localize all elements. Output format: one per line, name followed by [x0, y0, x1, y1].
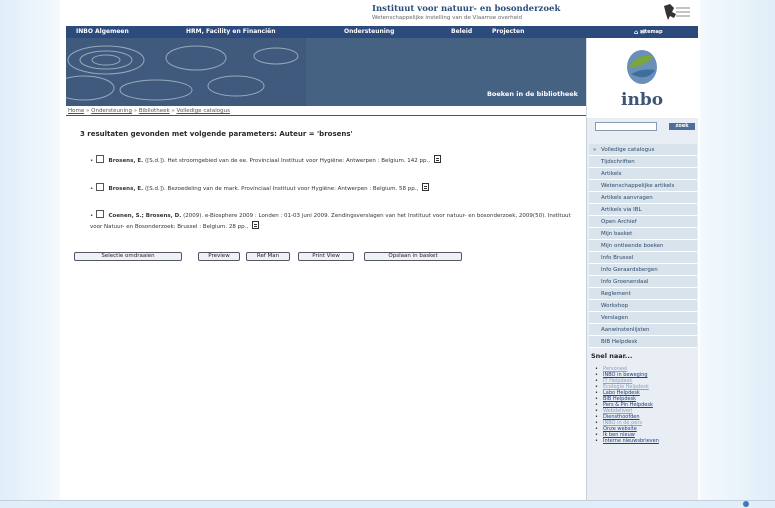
sidebar-item[interactable]: Artikels — [589, 168, 697, 180]
page: Instituut voor natuur- en bosonderzoek W… — [66, 0, 698, 508]
results-title: 3 resultaten gevonden met volgende param… — [80, 130, 353, 138]
result-author: Brosens, E. — [108, 186, 144, 192]
select-checkbox[interactable] — [95, 210, 104, 218]
save-basket-button[interactable]: Opslaan in basket — [364, 252, 462, 261]
refman-button[interactable]: Ref Man — [246, 252, 290, 261]
inbo-logo-icon — [627, 50, 657, 84]
result-item: • Brosens, E. ([S.d.]). Bezoedeling van … — [90, 183, 580, 194]
sidebar-item[interactable]: Reglement — [589, 288, 697, 300]
preview-button[interactable]: Preview — [198, 252, 240, 261]
sidebar-item[interactable]: Info Groenendaal — [589, 276, 697, 288]
select-checkbox[interactable] — [95, 155, 104, 163]
institute-subtitle: Wetenschappelijke instelling van de Vlaa… — [372, 15, 522, 21]
sidebar-item[interactable]: Wetenschappelijke artikels — [589, 180, 697, 192]
sidebar-item[interactable]: Workshop — [589, 300, 697, 312]
background-right — [700, 0, 775, 508]
sidebar-item[interactable]: Open Archief — [589, 216, 697, 228]
breadcrumb-home[interactable]: Home — [68, 108, 84, 114]
result-item: • Coenen, S.; Brosens, D. (2009). e-Bios… — [90, 210, 580, 232]
sidebar-item[interactable]: Artikels via IBL — [589, 204, 697, 216]
breadcrumb-ondersteuning[interactable]: Ondersteuning — [91, 108, 132, 114]
search-button[interactable]: zoek — [669, 123, 695, 130]
sitemap-link[interactable]: sitemap — [640, 29, 663, 35]
nav-item-beleid[interactable]: Beleid — [451, 28, 472, 35]
sidebar: zoek Volledige catalogus Tijdschriften A… — [586, 118, 698, 508]
select-checkbox[interactable] — [95, 183, 104, 191]
print-view-button[interactable]: Print View — [298, 252, 354, 261]
sidebar-item[interactable]: Verslagen — [589, 312, 697, 324]
sidebar-item[interactable]: BIB Helpdesk — [589, 336, 697, 348]
top-navigation: INBO Algemeen HRM, Facility en Financiën… — [66, 26, 698, 38]
sidebar-item[interactable]: Info Brussel — [589, 252, 697, 264]
quick-link[interactable]: Interne nieuwsbrieven — [595, 438, 659, 444]
breadcrumb-catalogus[interactable]: Volledige catalogus — [177, 108, 230, 114]
nav-item-ondersteuning[interactable]: Ondersteuning — [344, 28, 394, 35]
document-icon[interactable] — [433, 155, 441, 163]
sidebar-item[interactable]: Info Geraardsbergen — [589, 264, 697, 276]
sidebar-item[interactable]: Aanwinstenlijsten — [589, 324, 697, 336]
breadcrumb-bibliotheek[interactable]: Bibliotheek — [139, 108, 170, 114]
nav-item-inbo-algemeen[interactable]: INBO Algemeen — [76, 28, 129, 35]
breadcrumb: Home » Ondersteuning » Bibliotheek » Vol… — [66, 106, 586, 116]
sidebar-item[interactable]: Mijn ontleende boeken — [589, 240, 697, 252]
document-icon[interactable] — [421, 183, 429, 191]
banner: Boeken in de bibliotheek — [66, 38, 586, 106]
quick-links: Personeel INBO in beweging IT Helpdesk E… — [595, 366, 659, 444]
nav-item-hrm[interactable]: HRM, Facility en Financiën — [186, 28, 276, 35]
sidebar-item[interactable]: Mijn basket — [589, 228, 697, 240]
search-input[interactable] — [595, 122, 657, 131]
sidebar-item[interactable]: Artikels aanvragen — [589, 192, 697, 204]
logo[interactable]: inbo — [586, 38, 698, 118]
sidebar-menu: Volledige catalogus Tijdschriften Artike… — [589, 144, 697, 348]
sidebar-item[interactable]: Tijdschriften — [589, 156, 697, 168]
status-bar — [0, 500, 775, 508]
result-text: ([S.d.]). Het stroomgebied van de ee. Pr… — [144, 158, 431, 164]
sidebar-item[interactable]: Volledige catalogus — [589, 144, 697, 156]
institute-name: Instituut voor natuur- en bosonderzoek — [372, 4, 561, 14]
result-text: ([S.d.]). Bezoedeling van de mark. Provi… — [144, 186, 419, 192]
result-author: Brosens, E. — [108, 158, 144, 164]
header: Instituut voor natuur- en bosonderzoek W… — [66, 0, 698, 26]
result-item: • Brosens, E. ([S.d.]). Het stroomgebied… — [90, 155, 580, 166]
quick-links-title: Snel naar... — [591, 352, 633, 360]
home-icon[interactable]: ⌂ — [634, 29, 638, 36]
internet-zone-icon — [742, 500, 775, 508]
background-left — [0, 0, 60, 508]
invert-selection-button[interactable]: Selectie omdraaien — [74, 252, 182, 261]
nav-item-projecten[interactable]: Projecten — [492, 28, 524, 35]
document-icon[interactable] — [251, 221, 259, 229]
flemish-lion-icon — [664, 4, 690, 20]
banner-title: Boeken in de bibliotheek — [486, 90, 578, 98]
logo-text: inbo — [621, 90, 664, 110]
result-author: Coenen, S.; Brosens, D. — [108, 213, 182, 219]
